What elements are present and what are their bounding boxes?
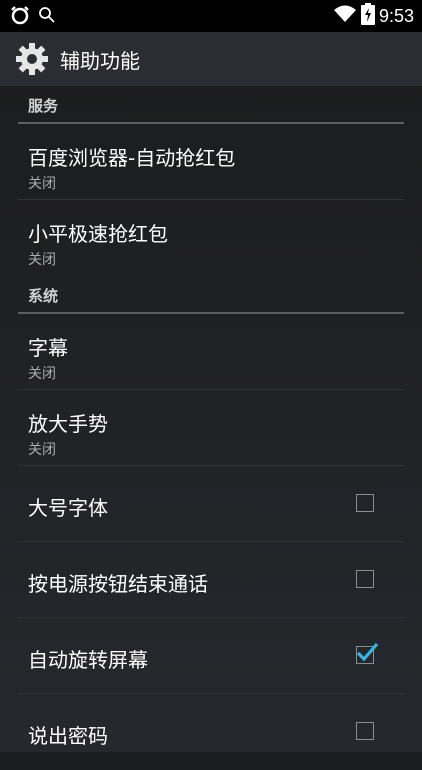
search-icon xyxy=(38,6,56,28)
item-summary: 关闭 xyxy=(28,442,56,458)
status-left-icons xyxy=(10,5,56,29)
item-summary: 关闭 xyxy=(28,252,56,268)
list-item-baidu-browser-red-packet[interactable]: 百度浏览器-自动抢红包 关闭 xyxy=(18,124,404,200)
list-item-power-button-ends-call[interactable]: 按电源按钮结束通话 xyxy=(18,542,404,618)
auto-rotate-checkbox[interactable] xyxy=(356,642,379,664)
item-title: 百度浏览器-自动抢红包 xyxy=(28,146,236,170)
list-item-large-text[interactable]: 大号字体 xyxy=(18,466,404,542)
item-title: 自动旋转屏幕 xyxy=(28,648,148,672)
page-title: 辅助功能 xyxy=(60,48,140,73)
power-button-ends-call-checkbox[interactable] xyxy=(356,570,374,588)
item-summary: 关闭 xyxy=(28,176,56,192)
alarm-clock-icon xyxy=(10,5,30,29)
item-title: 字幕 xyxy=(28,336,68,360)
checkmark-icon xyxy=(356,642,379,662)
list-item-captions[interactable]: 字幕 关闭 xyxy=(18,314,404,390)
status-right-icons: 9:53 xyxy=(333,3,414,29)
wifi-icon xyxy=(333,4,357,28)
section-header-services: 服务 xyxy=(18,86,404,124)
item-title: 说出密码 xyxy=(28,724,108,748)
item-title: 按电源按钮结束通话 xyxy=(28,572,208,596)
battery-charging-icon xyxy=(360,3,375,29)
speak-passwords-checkbox[interactable] xyxy=(356,722,374,740)
list-item-speak-passwords[interactable]: 说出密码 xyxy=(18,694,404,770)
settings-list: 服务 百度浏览器-自动抢红包 关闭 小平极速抢红包 关闭 系统 字幕 关闭 放大… xyxy=(0,86,422,752)
action-bar: 辅助功能 xyxy=(0,32,422,86)
item-title: 小平极速抢红包 xyxy=(28,222,168,246)
list-item-xiaoping-red-packet[interactable]: 小平极速抢红包 关闭 xyxy=(18,200,404,276)
item-summary: 关闭 xyxy=(28,366,56,382)
status-time: 9:53 xyxy=(378,5,414,26)
section-header-system: 系统 xyxy=(18,276,404,314)
item-title: 大号字体 xyxy=(28,496,108,520)
status-bar: 9:53 xyxy=(0,0,422,32)
list-item-magnification-gestures[interactable]: 放大手势 关闭 xyxy=(18,390,404,466)
list-item-auto-rotate-screen[interactable]: 自动旋转屏幕 xyxy=(18,618,404,694)
large-text-checkbox[interactable] xyxy=(356,494,374,512)
settings-gear-icon[interactable] xyxy=(14,41,50,77)
item-title: 放大手势 xyxy=(28,412,108,436)
